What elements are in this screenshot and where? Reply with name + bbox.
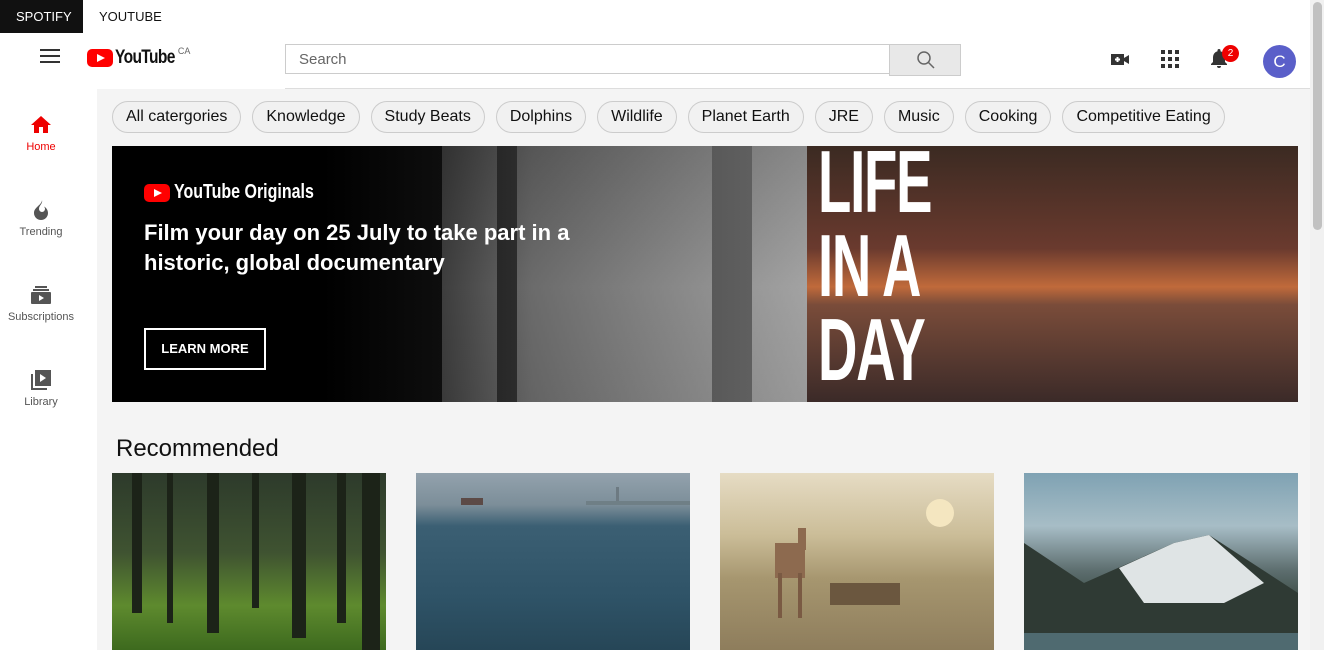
forest-trees [132,473,380,650]
chip-music[interactable]: Music [883,101,954,133]
logo-region: CA [177,46,191,56]
sidebar-item-label: Library [24,396,58,408]
sidebar-item-library[interactable]: Library [0,368,82,408]
chip-dolphins[interactable]: Dolphins [495,101,587,133]
play-logo-icon [144,183,170,202]
banner-title: LIFE IN A DAY [818,146,932,399]
chip-knowledge[interactable]: Knowledge [252,101,360,133]
subscriptions-icon [31,286,51,304]
sidebar: Home Trending Subscriptions Library [0,89,97,650]
flame-icon [34,200,48,220]
youtube-logo[interactable]: YouTube CA [87,46,191,70]
search-button[interactable] [889,44,961,76]
chip-study-beats[interactable]: Study Beats [370,101,485,133]
banner-title-line: DAY [818,300,926,399]
apps-grid-icon[interactable] [1158,47,1182,71]
scrollbar-thumb[interactable] [1313,2,1322,230]
sea-horizon [461,487,690,505]
mountain-peak [1024,535,1298,650]
recommended-heading: Recommended [116,435,279,462]
learn-more-button[interactable]: LEARN MORE [144,328,266,370]
tab-youtube[interactable]: YOUTUBE [83,0,178,33]
tab-spotify[interactable]: SPOTIFY [0,0,83,33]
banner-title-line: LIFE [818,146,932,231]
chip-jre[interactable]: JRE [814,101,873,133]
category-chips: All catergories Knowledge Study Beats Do… [112,101,1236,133]
chip-all-categories[interactable]: All catergories [112,101,242,133]
app-tab-bar: SPOTIFY YOUTUBE [0,0,1310,33]
video-thumbnail-mountain[interactable] [1024,473,1298,650]
sidebar-item-subscriptions[interactable]: Subscriptions [0,283,82,323]
avatar[interactable]: C [1263,45,1296,78]
masthead: YouTube CA Search [0,33,1310,88]
notification-badge: 2 [1222,45,1239,62]
banner-title-line: IN A [818,216,921,315]
sidebar-item-label: Subscriptions [7,311,75,323]
video-thumbnail-forest[interactable] [112,473,386,650]
sidebar-item-home[interactable]: Home [0,113,82,153]
sidebar-item-label: Trending [19,226,63,238]
chip-wildlife[interactable]: Wildlife [597,101,677,133]
chip-cooking[interactable]: Cooking [964,101,1052,133]
logo-text: YouTube [115,47,175,68]
chip-planet-earth[interactable]: Planet Earth [687,101,804,133]
search-input[interactable]: Search [285,44,889,74]
video-camera-icon[interactable] [1108,47,1132,71]
sidebar-item-label: Home [26,141,56,153]
originals-logo: YouTube Originals [144,181,349,204]
menu-icon[interactable] [40,49,60,65]
search-icon [917,51,935,69]
banner-headline: Film your day on 25 July to take part in… [144,220,570,275]
sidebar-item-trending[interactable]: Trending [0,198,82,238]
promo-banner[interactable]: YouTube Originals Film your day on 25 Ju… [112,146,1298,402]
library-icon [31,370,51,390]
play-logo-icon [87,49,113,67]
home-icon [31,116,51,133]
deer-figure [775,499,954,618]
video-thumbnail-deer[interactable] [720,473,994,650]
chip-competitive-eating[interactable]: Competitive Eating [1062,101,1225,133]
originals-logo-text: YouTube Originals [174,181,314,203]
video-thumbnail-sea[interactable] [416,473,690,650]
